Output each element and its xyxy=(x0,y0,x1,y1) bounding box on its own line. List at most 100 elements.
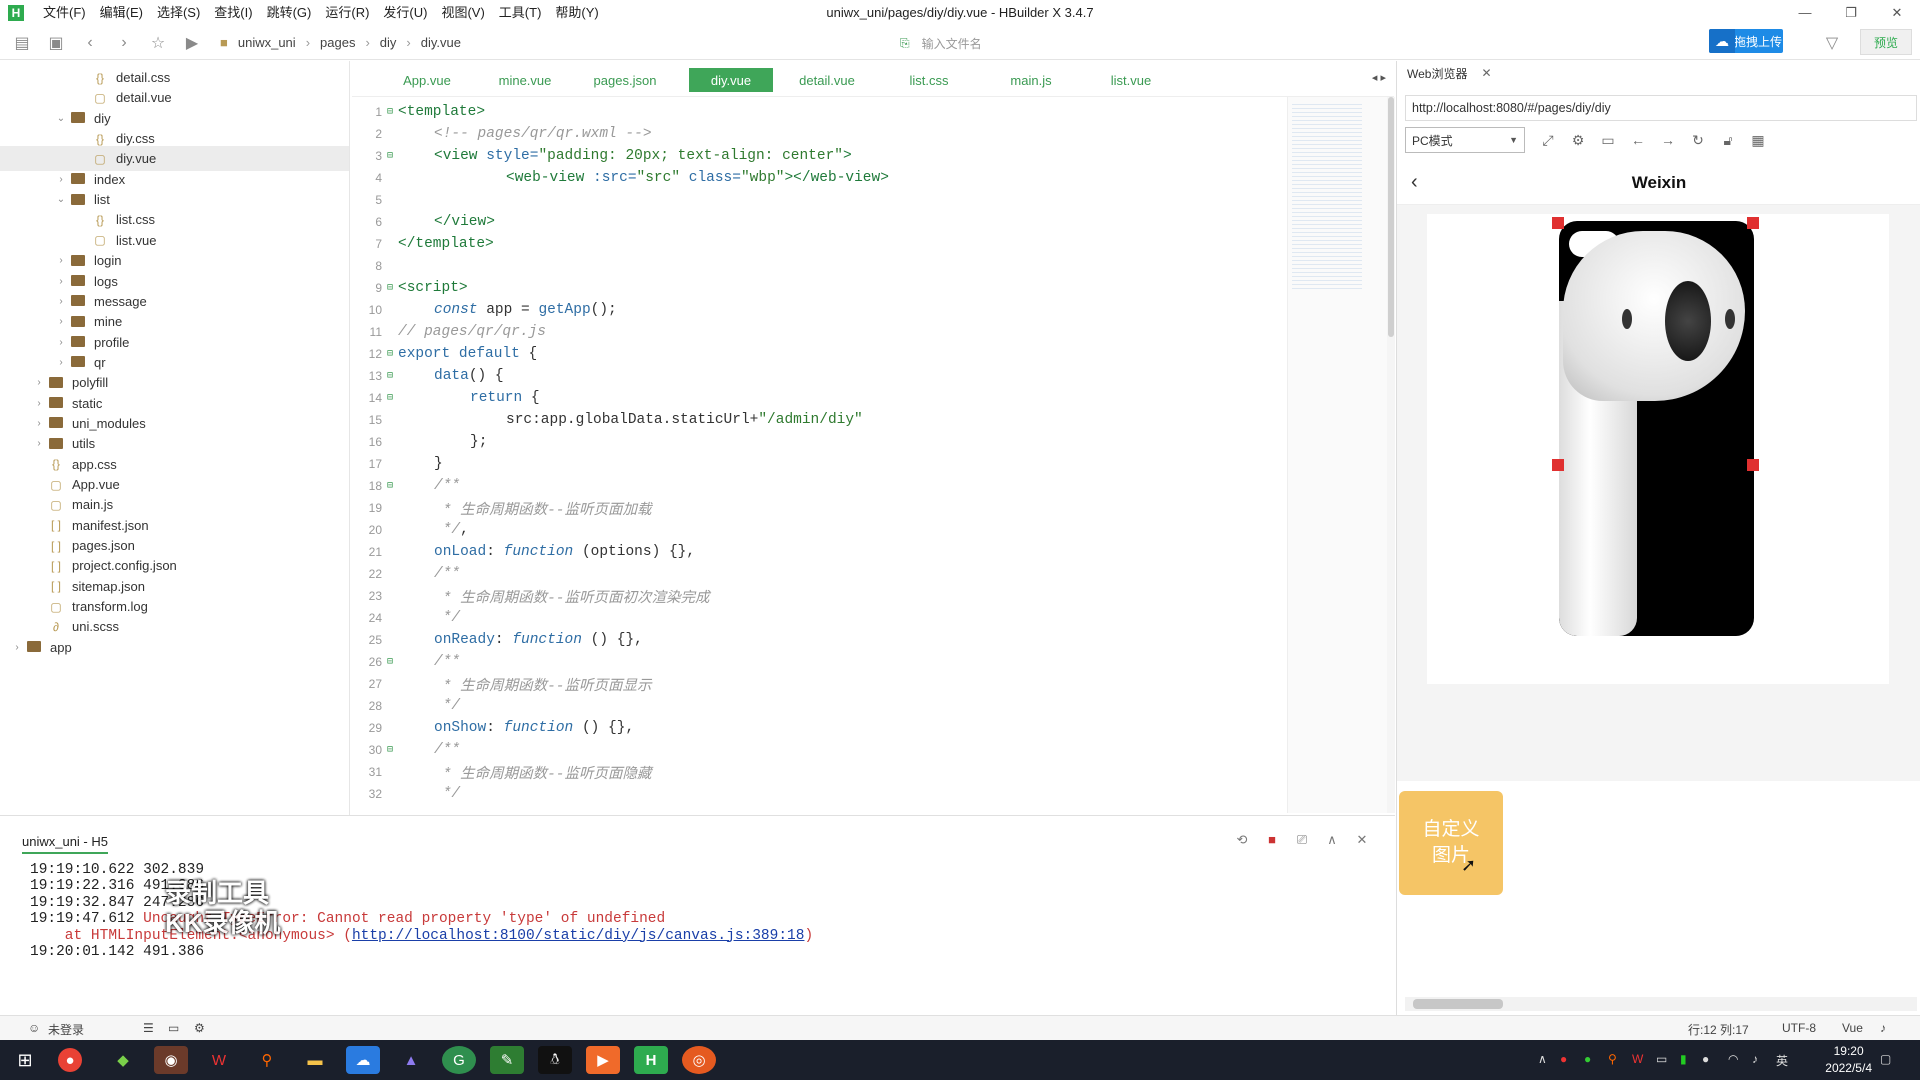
tab-main-js[interactable]: main.js xyxy=(986,68,1076,92)
stop-icon[interactable]: ■ xyxy=(1257,832,1287,848)
console-icon[interactable]: ▭ xyxy=(1593,127,1623,153)
minimize-icon[interactable]: — xyxy=(1782,0,1828,26)
forward-icon[interactable]: › xyxy=(110,29,138,57)
notepad-icon[interactable]: ✎ xyxy=(490,1046,524,1074)
chevron-right-icon[interactable]: › xyxy=(54,255,68,266)
tab-detail-vue[interactable]: detail.vue xyxy=(782,68,872,92)
chevron-right-icon[interactable]: › xyxy=(54,357,68,368)
console-title[interactable]: uniwx_uni - H5 xyxy=(22,834,108,854)
breadcrumb-item[interactable]: diy xyxy=(380,35,397,50)
chevron-right-icon[interactable]: › xyxy=(32,377,46,388)
resize-handle[interactable] xyxy=(1747,459,1759,471)
menu-item[interactable]: 视图(V) xyxy=(434,0,491,26)
photos-icon[interactable]: ▲ xyxy=(394,1046,428,1074)
tab-list-css[interactable]: list.css xyxy=(884,68,974,92)
qrcode-icon[interactable]: ▦ xyxy=(1743,127,1773,153)
menu-item[interactable]: 工具(T) xyxy=(492,0,549,26)
resize-handle[interactable] xyxy=(1552,459,1564,471)
chevron-right-icon[interactable]: › xyxy=(54,337,68,348)
chevron-right-icon[interactable]: › xyxy=(32,438,46,449)
menu-item[interactable]: 运行(R) xyxy=(318,0,376,26)
code-line[interactable]: 29 onShow: function () {}, xyxy=(352,717,1287,739)
encoding[interactable]: UTF-8 xyxy=(1782,1021,1816,1035)
phone-case-image[interactable] xyxy=(1559,221,1754,636)
chevron-right-icon[interactable]: › xyxy=(54,296,68,307)
code-line[interactable]: 4 <web-view :src="src" class="wbp"></web-… xyxy=(352,167,1287,189)
settings-icon[interactable]: ⚙ xyxy=(1563,127,1593,153)
menu-item[interactable]: 编辑(E) xyxy=(93,0,150,26)
wifi-icon[interactable]: ◠ xyxy=(1728,1052,1738,1066)
code-line[interactable]: 3 ⊟ <view style="padding: 20px; text-align… xyxy=(352,145,1287,167)
code-line[interactable]: 5 xyxy=(352,189,1287,211)
fold-icon[interactable]: ⊟ xyxy=(382,744,398,756)
browser-forward-icon[interactable]: → xyxy=(1653,127,1683,153)
code-line[interactable]: 6 </view> xyxy=(352,211,1287,233)
code-line[interactable]: 22 /** xyxy=(352,563,1287,585)
search-app-icon[interactable]: ⚲ xyxy=(250,1046,284,1074)
code-line[interactable]: 27 * 生命周期函数--监听页面显示 xyxy=(352,673,1287,695)
game-icon[interactable]: ◉ xyxy=(154,1046,188,1074)
code-line[interactable]: 18 ⊟ /** xyxy=(352,475,1287,497)
minimap[interactable] xyxy=(1287,97,1387,813)
run-icon[interactable]: ▶ xyxy=(178,29,206,57)
restore-icon[interactable]: ❐ xyxy=(1828,0,1874,26)
code-line[interactable]: 19 * 生命周期函数--监听页面加载 xyxy=(352,497,1287,519)
tree-item[interactable]: › app xyxy=(0,635,349,660)
resize-handle[interactable] xyxy=(1552,217,1564,229)
hbuilder-taskbar-icon[interactable]: H xyxy=(634,1046,668,1074)
screenshot-icon[interactable]: ⤢ xyxy=(1533,127,1563,153)
code-line[interactable]: 30 ⊟ /** xyxy=(352,739,1287,761)
close-tab-icon[interactable]: ✕ xyxy=(1481,66,1491,80)
code-line[interactable]: 28 */ xyxy=(352,695,1287,717)
tray-search-icon[interactable]: ⚲ xyxy=(1608,1052,1617,1066)
tab-web-browser[interactable]: Web浏览器 ✕ xyxy=(1397,61,1497,87)
fold-icon[interactable]: ⊟ xyxy=(382,392,398,404)
favorite-icon[interactable]: ☆ xyxy=(144,29,172,57)
code-line[interactable]: 14 ⊟ return { xyxy=(352,387,1287,409)
file-explorer-icon[interactable]: ▬ xyxy=(298,1046,332,1074)
breadcrumb-item[interactable]: diy.vue xyxy=(421,35,461,50)
resize-handle[interactable] xyxy=(1747,217,1759,229)
code-line[interactable]: 1 ⊟ <template> xyxy=(352,101,1287,123)
code-line[interactable]: 8 xyxy=(352,255,1287,277)
tab-list-vue[interactable]: list.vue xyxy=(1086,68,1176,92)
fold-icon[interactable]: ⊟ xyxy=(382,348,398,360)
baidu-netdisk-icon[interactable]: ☁ xyxy=(346,1046,380,1074)
error-source-link[interactable]: http://localhost:8100/static/diy/js/canv… xyxy=(352,928,804,944)
cursor-position[interactable]: 行:12 列:17 xyxy=(1688,1021,1749,1038)
editor-scrollbar[interactable] xyxy=(1387,97,1395,813)
fold-icon[interactable]: ⊟ xyxy=(382,370,398,382)
plugin-icon[interactable]: ⚙ xyxy=(194,1021,205,1035)
code-line[interactable]: 20 */, xyxy=(352,519,1287,541)
notification-center-icon[interactable]: ▢ xyxy=(1880,1052,1891,1066)
code-line[interactable]: 13 ⊟ data() { xyxy=(352,365,1287,387)
tray-app-icon[interactable]: ● xyxy=(1560,1052,1567,1066)
fold-icon[interactable]: ⊟ xyxy=(382,150,398,162)
language-mode[interactable]: Vue xyxy=(1842,1021,1863,1035)
breadcrumb-item[interactable]: pages xyxy=(320,35,355,50)
ime-indicator[interactable]: 英 xyxy=(1776,1052,1788,1069)
login-status[interactable]: 未登录 xyxy=(48,1021,84,1038)
menu-item[interactable]: 查找(I) xyxy=(207,0,259,26)
list-icon[interactable]: ☰ xyxy=(143,1021,154,1035)
code-line[interactable]: 17} xyxy=(352,453,1287,475)
menu-item[interactable]: 选择(S) xyxy=(150,0,207,26)
fold-icon[interactable]: ⊟ xyxy=(382,282,398,294)
mode-select[interactable]: PC模式 ▼ xyxy=(1405,127,1525,153)
code-line[interactable]: 26 ⊟ /** xyxy=(352,651,1287,673)
menu-item[interactable]: 文件(F) xyxy=(36,0,93,26)
tab-pages-json[interactable]: pages.json xyxy=(580,68,670,92)
chevron-right-icon[interactable]: › xyxy=(10,642,24,653)
restart-icon[interactable]: ⟲ xyxy=(1227,832,1257,848)
video-recorder-icon[interactable]: ▶ xyxy=(586,1046,620,1074)
code-line[interactable]: 25 onReady: function () {}, xyxy=(352,629,1287,651)
app-icon[interactable]: ◆ xyxy=(106,1046,140,1074)
code-line[interactable]: 31 * 生命周期函数--监听页面隐藏 xyxy=(352,761,1287,783)
notification-bell-icon[interactable]: ♪ xyxy=(1880,1021,1886,1035)
code-editor[interactable]: 1 ⊟ <template> 2 <!-- pages/qr/qr.wxml --> 3 ⊟… xyxy=(352,97,1287,813)
clear-icon[interactable]: ⎚ xyxy=(1287,832,1317,848)
close-window-icon[interactable]: ✕ xyxy=(1874,0,1920,26)
custom-image-button[interactable]: 自定义图片 xyxy=(1399,791,1503,895)
tray-qq-icon[interactable]: ● xyxy=(1702,1052,1709,1066)
collapse-icon[interactable]: ∧ xyxy=(1317,832,1347,848)
